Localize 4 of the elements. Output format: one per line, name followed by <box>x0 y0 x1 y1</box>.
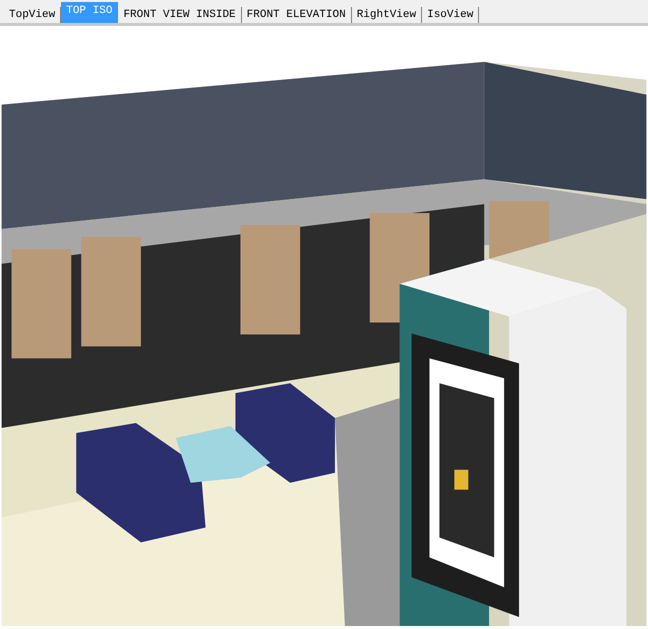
view-tab[interactable]: IsoView <box>422 7 480 23</box>
view-tab[interactable]: FRONT VIEW INSIDE <box>118 7 242 23</box>
view-tab[interactable]: FRONT ELEVATION <box>242 7 352 23</box>
view-tab[interactable]: RightView <box>352 7 422 23</box>
